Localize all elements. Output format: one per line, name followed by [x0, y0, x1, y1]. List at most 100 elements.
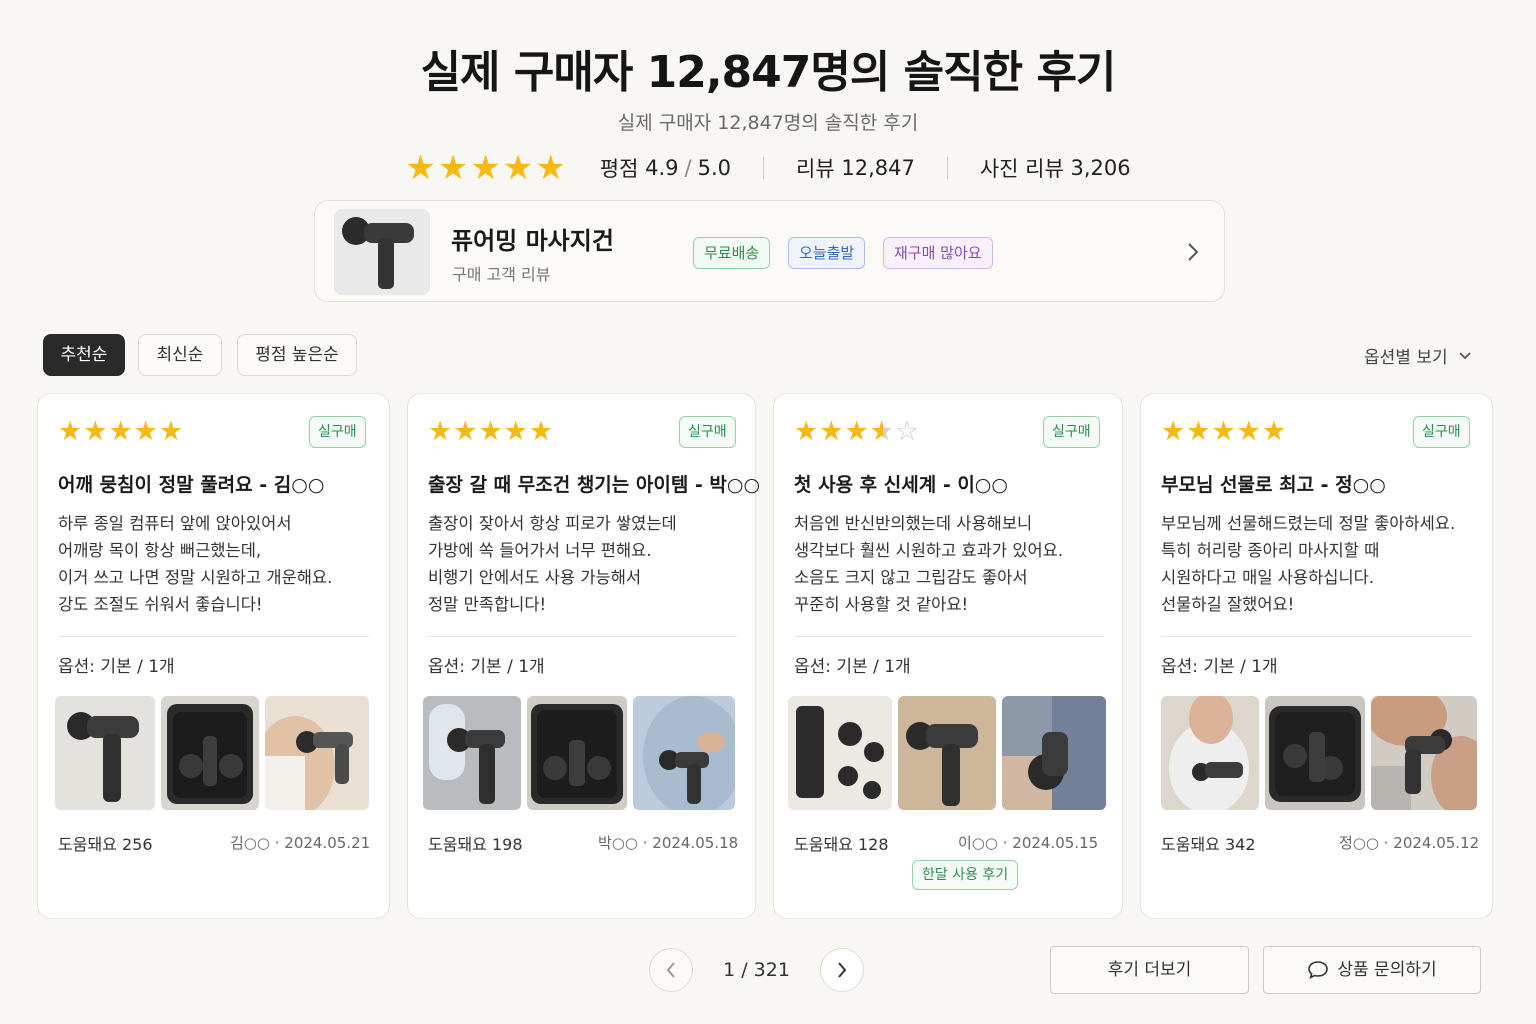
review-body: 출장이 잦아서 항상 피로가 쌓였는데 가방에 쏙 들어가서 너무 편해요. 비… [428, 514, 677, 614]
divider [763, 157, 765, 179]
photo-review-count: 3,206 [1070, 156, 1131, 180]
review-meta: 박○○ · 2024.05.18 [598, 834, 739, 852]
verified-badge: 실구매 [1043, 416, 1100, 448]
divider [794, 636, 1104, 637]
star-icon: ★ [819, 416, 844, 447]
review-meta: 이○○ · 2024.05.15 [958, 834, 1099, 852]
review-count-label: 리뷰 [796, 157, 835, 181]
helpful-count[interactable]: 도움돼요 256 [58, 831, 153, 855]
star-icon: ★ [437, 148, 469, 188]
sort-recommended-button[interactable]: 추천순 [43, 334, 125, 376]
star-icon: ★ [1236, 416, 1261, 447]
sort-rating-button[interactable]: 평점 높은순 [237, 334, 357, 376]
review-title: 부모님 선물로 최고 - 정○○ [1161, 474, 1386, 496]
helpful-count[interactable]: 도움돼요 128 [794, 831, 889, 855]
option-view-label: 옵션별 보기 [1364, 348, 1448, 368]
photo-review-label: 사진 리뷰 [979, 157, 1064, 181]
long-term-tag: 한달 사용 후기 [912, 860, 1019, 890]
helpful-count[interactable]: 도움돼요 342 [1161, 831, 1256, 855]
review-title: 어깨 뭉침이 정말 풀려요 - 김○○ [58, 474, 325, 496]
review-meta: 김○○ · 2024.05.21 [230, 834, 371, 852]
tag-repurchase: 재구매 많아요 [883, 237, 993, 269]
product-name: 퓨어밍 마사지건 [451, 227, 614, 255]
page-title: 실제 구매자 12,847명의 솔직한 후기 [420, 47, 1117, 98]
review-title: 첫 사용 후 신세계 - 이○○ [794, 474, 1008, 496]
review-stars: ★ ★ ★ ★ ☆ [794, 418, 919, 446]
star-icon: ★ [405, 148, 436, 188]
more-reviews-label: 후기 더보기 [1107, 960, 1192, 980]
divider [428, 636, 737, 637]
verified-badge: 실구매 [309, 416, 366, 448]
chevron-left-icon [666, 962, 675, 978]
star-icon: ★ [108, 416, 133, 447]
product-thumbnail [334, 209, 430, 295]
chevron-right-icon [838, 962, 847, 978]
star-icon: ★ [1186, 416, 1211, 447]
review-photo[interactable] [1161, 696, 1259, 810]
rating-max: 5.0 [697, 156, 732, 180]
divider [946, 157, 948, 179]
rating-value: 4.9 [645, 156, 679, 180]
product-subtitle: 구매 고객 리뷰 [452, 265, 551, 284]
star-icon: ★ [794, 416, 819, 447]
review-photo[interactable] [788, 696, 892, 810]
review-body: 부모님께 선물해드렸는데 정말 좋아하세요. 특히 허리랑 종아리 마사지할 때… [1161, 514, 1456, 614]
star-icon: ★ [1161, 416, 1186, 447]
review-photos [788, 696, 1106, 810]
prev-page-button[interactable] [649, 948, 693, 992]
review-option: 옵션: 기본 / 1개 [1161, 657, 1278, 677]
review-title: 출장 갈 때 무조건 챙기는 아이템 - 박○○ [428, 474, 761, 496]
option-view-dropdown[interactable]: 옵션별 보기 [1364, 343, 1472, 368]
helpful-count[interactable]: 도움돼요 198 [428, 831, 523, 855]
chat-bubble-icon [1308, 961, 1329, 980]
review-stars: ★ ★ ★ ★ ★ [58, 418, 183, 446]
review-photo[interactable] [1002, 696, 1106, 810]
sort-latest-button[interactable]: 최신순 [138, 334, 222, 376]
review-option: 옵션: 기본 / 1개 [58, 657, 175, 677]
star-icon: ★ [58, 416, 83, 447]
product-banner[interactable]: 퓨어밍 마사지건 구매 고객 리뷰 무료배송 오늘출발 재구매 많아요 [314, 200, 1225, 302]
chevron-right-icon[interactable] [1183, 235, 1203, 269]
verified-badge: 실구매 [679, 416, 736, 448]
divider [58, 636, 369, 637]
page-subtitle: 실제 구매자 12,847명의 솔직한 후기 [617, 112, 919, 134]
review-photo[interactable] [161, 696, 259, 810]
star-icon: ★ [502, 148, 534, 188]
rating-summary: ★ ★ ★ ★ ★ 평점 4.9 / 5.0 리뷰 12,847 사진 리뷰 3… [405, 148, 1131, 188]
star-empty-icon: ☆ [894, 416, 920, 447]
review-photo[interactable] [527, 696, 627, 810]
star-icon: ★ [133, 416, 158, 447]
review-stars: ★ ★ ★ ★ ★ [428, 418, 553, 446]
review-card: ★ ★ ★ ★ ★ 실구매 어깨 뭉침이 정말 풀려요 - 김○○ 하루 종일 컴퓨터 … [37, 393, 390, 919]
review-photo[interactable] [633, 696, 735, 810]
tag-free-shipping: 무료배송 [693, 237, 771, 269]
review-count: 12,847 [841, 156, 915, 180]
star-icon: ★ [503, 416, 528, 447]
star-icon: ★ [428, 416, 453, 447]
product-inquiry-label: 상품 문의하기 [1337, 960, 1437, 980]
review-photo[interactable] [1265, 696, 1365, 810]
review-meta: 정○○ · 2024.05.12 [1339, 834, 1480, 852]
page-indicator: 1 / 321 [723, 959, 790, 981]
next-page-button[interactable] [820, 948, 864, 992]
star-icon: ★ [478, 416, 503, 447]
review-photos [423, 696, 735, 810]
review-photo[interactable] [265, 696, 369, 810]
review-card: ★ ★ ★ ★ ★ 실구매 부모님 선물로 최고 - 정○○ 부모님께 선물해드렸는데 … [1140, 393, 1493, 919]
review-photo[interactable] [423, 696, 521, 810]
product-inquiry-button[interactable]: 상품 문의하기 [1263, 946, 1481, 994]
more-reviews-button[interactable]: 후기 더보기 [1050, 946, 1249, 994]
review-stars: ★ ★ ★ ★ ★ [1161, 418, 1286, 446]
verified-badge: 실구매 [1413, 416, 1470, 448]
star-icon: ★ [844, 416, 869, 447]
review-option: 옵션: 기본 / 1개 [794, 657, 911, 677]
star-icon: ★ [470, 148, 501, 188]
review-photo[interactable] [1371, 696, 1477, 810]
star-icon: ★ [528, 416, 554, 447]
review-photo[interactable] [898, 696, 996, 810]
star-half-icon: ★ [869, 416, 894, 447]
review-photo[interactable] [55, 696, 155, 810]
star-icon: ★ [1211, 416, 1236, 447]
review-photos [1161, 696, 1477, 810]
review-body: 하루 종일 컴퓨터 앞에 앉아있어서 어깨랑 목이 항상 뻐근했는데, 이거 쓰… [58, 514, 333, 614]
